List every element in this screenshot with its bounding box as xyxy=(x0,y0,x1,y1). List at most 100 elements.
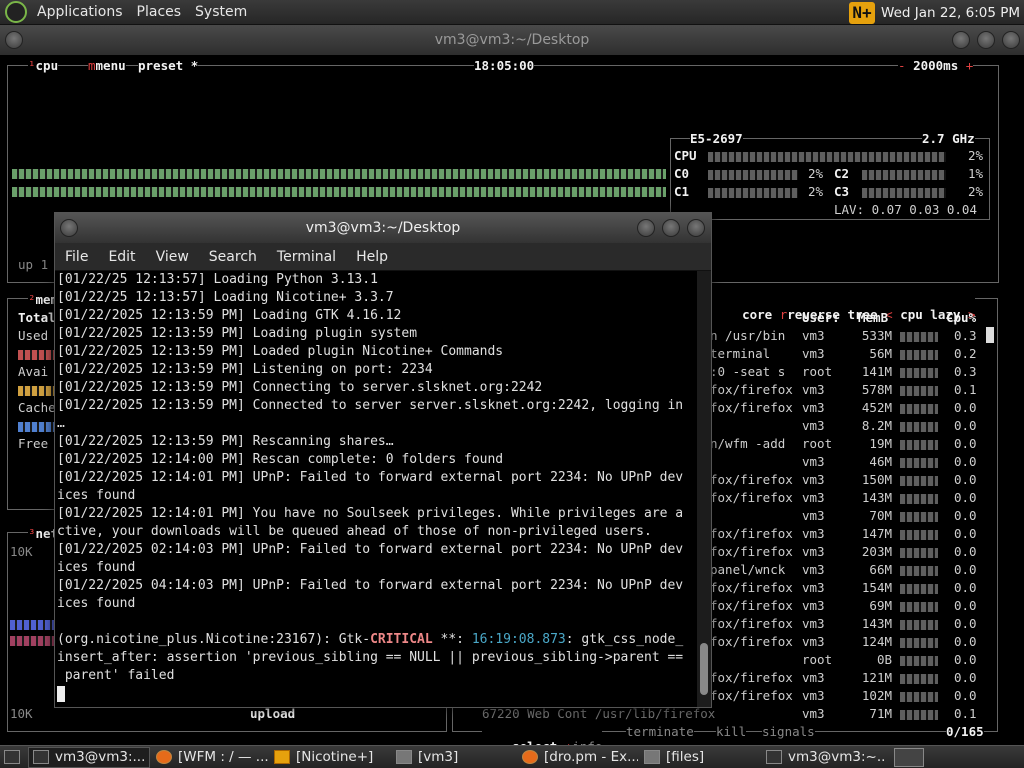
proc-cmd: n/wfm -add xyxy=(710,436,786,451)
proc-signals[interactable]: signals xyxy=(762,724,815,739)
proc-cmd: fox/firefox xyxy=(710,544,793,559)
panel-clock[interactable]: Wed Jan 22, 6:05 PM xyxy=(881,5,1020,21)
proc-user: vm3 xyxy=(802,670,825,685)
proc-mem: 452M xyxy=(861,400,892,415)
terminal-line: [01/22/2025 12:13:59 PM] Connecting to s… xyxy=(57,380,543,395)
terminal-line: [01/22/2025 12:13:59 PM] Loading plugin … xyxy=(57,326,418,341)
proc-cpu: 0.1 xyxy=(954,706,977,721)
proc-kill[interactable]: kill xyxy=(716,724,747,739)
scrollbar-thumb[interactable] xyxy=(700,643,708,695)
maximize-button[interactable] xyxy=(977,31,995,49)
proc-cmd: fox/firefox xyxy=(710,580,793,595)
proc-user: vm3 xyxy=(802,634,825,649)
proc-user: root xyxy=(802,364,833,379)
proc-terminate[interactable]: terminate xyxy=(626,724,694,739)
proc-count: 0/165 xyxy=(946,724,984,739)
terminal-output[interactable]: [01/22/25 12:13:57] Loading Python 3.13.… xyxy=(55,271,697,707)
menu-places[interactable]: Places xyxy=(137,4,182,20)
taskbar-task[interactable]: [dro.pm - Ex... xyxy=(518,747,638,768)
menu-edit[interactable]: Edit xyxy=(108,249,135,265)
proc-cpu: 0.0 xyxy=(954,436,977,451)
proc-cmd: fox/firefox xyxy=(710,472,793,487)
terminal-line: ctive, your downloads will be queued ahe… xyxy=(57,524,652,539)
taskbar-task[interactable]: vm3@vm3:... xyxy=(28,746,150,768)
taskbar-task[interactable]: [vm3] xyxy=(392,747,516,768)
proc-cpu-bar xyxy=(900,530,938,540)
interval-decrease[interactable]: - xyxy=(898,58,906,73)
terminal-scrollbar[interactable] xyxy=(697,271,711,707)
proc-cpu-bar xyxy=(900,422,938,432)
proc-mem: 102M xyxy=(861,688,892,703)
proc-cpu-bar xyxy=(900,386,938,396)
proc-user: vm3 xyxy=(802,328,825,343)
bg-window-titlebar[interactable]: vm3@vm3:~/Desktop xyxy=(0,25,1024,55)
menu-view[interactable]: View xyxy=(156,249,189,265)
fg-window-titlebar[interactable]: vm3@vm3:~/Desktop xyxy=(55,213,711,243)
top-panel: Applications Places System N+ Wed Jan 22… xyxy=(0,0,1024,25)
proc-cmd: 67220 Web Cont /usr/lib/firefox xyxy=(482,706,716,721)
window-menu-button[interactable] xyxy=(60,219,78,237)
proc-user: vm3 xyxy=(802,472,825,487)
menu-help[interactable]: Help xyxy=(356,249,388,265)
taskbar-task-label: [files] xyxy=(666,749,705,765)
proc-tab-core[interactable]: core xyxy=(742,307,772,322)
proc-cpu: 0.0 xyxy=(954,670,977,685)
window-menu-button[interactable] xyxy=(5,31,23,49)
proc-mem: 69M xyxy=(869,598,892,613)
terminal-line: [01/22/25 12:13:57] Loading Python 3.13.… xyxy=(57,272,378,287)
proc-scrollbar[interactable] xyxy=(986,327,994,343)
proc-mem: 154M xyxy=(861,580,892,595)
terminal-line: [01/22/2025 12:13:59 PM] Rescanning shar… xyxy=(57,434,394,449)
interval-increase[interactable]: + xyxy=(966,58,974,73)
workspace-switcher[interactable] xyxy=(894,748,924,767)
upload-label: upload xyxy=(250,706,296,721)
proc-cmd: fox/firefox xyxy=(710,490,793,505)
menu-system[interactable]: System xyxy=(195,4,247,20)
proc-user: vm3 xyxy=(802,598,825,613)
taskbar-task-label: vm3@vm3:... xyxy=(55,749,146,765)
tab-menu[interactable]: menu xyxy=(96,58,126,73)
proc-cpu-bar xyxy=(900,710,938,720)
tab-preset[interactable]: preset xyxy=(138,58,183,73)
nicotine-tray-icon[interactable]: N+ xyxy=(849,1,876,24)
fg-terminal-window[interactable]: vm3@vm3:~/Desktop File Edit View Search … xyxy=(54,212,712,708)
taskbar-task[interactable]: [Nicotine+] xyxy=(270,747,390,768)
cpu-panel-header: ¹cpu xyxy=(28,58,59,73)
proc-mem: 46M xyxy=(869,454,892,469)
close-button[interactable] xyxy=(1002,31,1020,49)
menu-terminal[interactable]: Terminal xyxy=(277,249,336,265)
menu-search[interactable]: Search xyxy=(209,249,257,265)
close-button[interactable] xyxy=(687,219,705,237)
proc-mem: 71M xyxy=(869,706,892,721)
proc-cpu: 0.0 xyxy=(954,652,977,667)
proc-cpu-bar xyxy=(900,566,938,576)
taskbar-task[interactable]: vm3@vm3:~... xyxy=(762,747,884,768)
distro-logo-icon[interactable] xyxy=(5,1,27,23)
proc-cpu-bar xyxy=(900,404,938,414)
proc-mem: 143M xyxy=(861,490,892,505)
terminal-icon xyxy=(766,750,782,764)
terminal-line: ices found xyxy=(57,488,136,503)
proc-user: vm3 xyxy=(802,418,825,433)
taskbar-task[interactable]: [files] xyxy=(640,747,760,768)
menu-file[interactable]: File xyxy=(65,249,88,265)
proc-user: vm3 xyxy=(802,382,825,397)
terminal-menubar: File Edit View Search Terminal Help xyxy=(55,243,711,271)
proc-cpu-bar xyxy=(900,494,938,504)
proc-user: vm3 xyxy=(802,706,825,721)
firefox-icon xyxy=(156,750,172,764)
terminal-line: [01/22/2025 02:14:03 PM] UPnP: Failed to… xyxy=(57,542,684,557)
minimize-button[interactable] xyxy=(952,31,970,49)
proc-cpu: 0.0 xyxy=(954,688,977,703)
proc-user: vm3 xyxy=(802,490,825,505)
proc-cmd: fox/firefox xyxy=(710,526,793,541)
proc-cpu: 0.0 xyxy=(954,472,977,487)
minimize-button[interactable] xyxy=(637,219,655,237)
tab-cpu[interactable]: cpu xyxy=(36,58,59,73)
taskbar-task[interactable]: [WFM : / — ... xyxy=(152,747,268,768)
terminal-line: [01/22/2025 12:13:59 PM] Listening on po… xyxy=(57,362,433,377)
show-desktop-icon[interactable] xyxy=(4,750,20,764)
menu-applications[interactable]: Applications xyxy=(37,4,123,20)
maximize-button[interactable] xyxy=(662,219,680,237)
